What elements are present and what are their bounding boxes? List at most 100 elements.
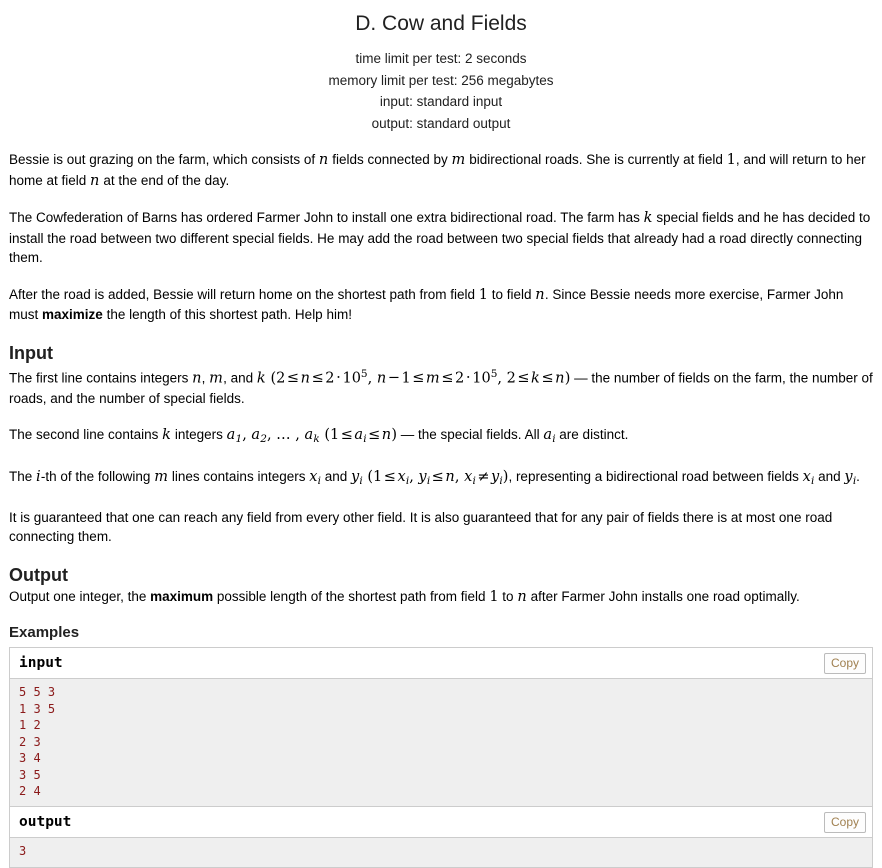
math-minus: −: [387, 370, 401, 387]
math-value: 2: [325, 370, 335, 387]
input-section: Input The first line contains integers n…: [9, 342, 873, 547]
sample-output-data[interactable]: 3: [10, 838, 872, 867]
page-title: D. Cow and Fields: [355, 12, 527, 35]
math-n: n: [192, 370, 202, 387]
text-fragment: .: [856, 468, 860, 484]
math-y: y: [844, 468, 853, 485]
math-value: 2: [455, 370, 465, 387]
math-leq: ≤: [412, 370, 425, 387]
math-n: n: [376, 370, 387, 387]
problem-statement: D. Cow and Fields time limit per test: 2…: [0, 0, 882, 868]
text-fragment: the length of this shortest path. Help h…: [102, 307, 352, 323]
text-fragment: Output one integer, the: [9, 588, 151, 604]
text-fragment: The: [9, 468, 37, 484]
math-x: x: [309, 468, 318, 485]
sample-output-box: output Copy 3: [9, 806, 873, 868]
math-value: 10: [472, 370, 491, 387]
copy-output-button[interactable]: Copy: [823, 812, 866, 834]
sample-input-data[interactable]: 5 5 3 1 3 5 1 2 2 3 3 4 3 5 2 4: [10, 679, 872, 807]
text-fragment: The first line contains integers: [9, 370, 193, 386]
math-y: y: [418, 468, 427, 485]
output-section: Output Output one integer, the maximum p…: [9, 564, 873, 608]
input-spec: input: standard input: [379, 94, 503, 110]
math-a: a: [226, 427, 236, 444]
math-k: k: [256, 370, 266, 387]
time-limit: time limit per test: 2 seconds: [355, 51, 527, 67]
math-leq: ≤: [286, 370, 300, 387]
math-value: 10: [342, 370, 361, 387]
math-one: 1: [489, 588, 499, 605]
text-fragment: The Cowfederation of Barns has ordered F…: [9, 210, 644, 226]
legend-paragraph-1: Bessie is out grazing on the farm, which…: [9, 150, 873, 191]
math-leq: ≤: [340, 427, 353, 444]
emphasis-maximum: maximum: [150, 588, 214, 604]
text-fragment: (: [265, 370, 277, 387]
text-fragment: , representing a bidirectional road betw…: [508, 468, 803, 484]
text-fragment: and: [320, 468, 351, 484]
text-fragment: The second line contains: [9, 427, 163, 443]
math-k: k: [530, 370, 540, 387]
math-value: 2: [506, 370, 516, 387]
input-heading: Input: [9, 342, 53, 363]
math-m: m: [451, 152, 466, 169]
text-fragment: are distinct.: [555, 427, 629, 443]
text-fragment: ,: [367, 370, 377, 387]
math-neq: ≠: [477, 468, 490, 485]
output-heading: Output: [9, 564, 68, 585]
examples-section: Examples input Copy 5 5 3 1 3 5 1 2 2 3 …: [9, 624, 873, 868]
math-n: n: [300, 370, 311, 387]
copy-input-button[interactable]: Copy: [823, 653, 866, 675]
math-leq: ≤: [368, 427, 381, 444]
math-leq: ≤: [441, 370, 454, 387]
math-x: x: [397, 468, 406, 485]
input-line-1: The first line contains integers n, m, a…: [9, 365, 873, 408]
text-fragment: fields connected by: [328, 152, 452, 168]
text-fragment: ,: [497, 370, 507, 387]
math-value: 1: [373, 468, 383, 485]
text-fragment: -th of the following: [40, 468, 155, 484]
sample-output-label: output: [19, 814, 72, 831]
memory-limit: memory limit per test: 256 megabytes: [328, 72, 554, 88]
math-subscript: 2: [260, 433, 267, 446]
text-fragment: at the end of the day.: [99, 172, 230, 188]
problem-header: D. Cow and Fields time limit per test: 2…: [9, 0, 873, 134]
emphasis-maximize: maximize: [42, 307, 103, 323]
math-leq: ≤: [541, 370, 554, 387]
math-a: a: [354, 427, 364, 444]
text-fragment: integers: [171, 427, 227, 443]
sample-input-header: input Copy: [10, 648, 872, 680]
math-a: a: [543, 427, 553, 444]
text-fragment: possible length of the shortest path fro…: [213, 588, 490, 604]
input-line-4: It is guaranteed that one can reach any …: [9, 509, 833, 545]
text-fragment: (: [319, 427, 331, 444]
text-fragment: to: [498, 588, 518, 604]
math-k: k: [162, 427, 172, 444]
sample-input-label: input: [19, 655, 63, 672]
text-fragment: , … ,: [266, 427, 305, 444]
sample-input-box: input Copy 5 5 3 1 3 5 1 2 2 3 3 4 3 5 2…: [9, 647, 873, 807]
math-one: 1: [726, 152, 736, 169]
math-k: k: [643, 210, 653, 227]
input-line-3: The i-th of the following m lines contai…: [9, 467, 873, 491]
math-n: n: [517, 588, 527, 605]
output-line-1: Output one integer, the maximum possible…: [9, 587, 873, 608]
text-fragment: after Farmer John installs one road opti…: [526, 588, 800, 604]
math-one: 1: [478, 286, 488, 303]
math-n: n: [535, 286, 545, 303]
math-n: n: [445, 468, 455, 485]
text-fragment: , and: [223, 370, 257, 386]
math-leq: ≤: [383, 468, 396, 485]
math-a: a: [251, 427, 261, 444]
math-n: n: [381, 427, 392, 444]
text-fragment: (: [362, 468, 374, 485]
sample-output-header: output Copy: [10, 807, 872, 839]
text-fragment: — the special fields. All: [397, 427, 544, 443]
math-leq: ≤: [517, 370, 530, 387]
text-fragment: ,: [454, 468, 465, 485]
math-leq: ≤: [311, 370, 324, 387]
math-n: n: [90, 172, 100, 189]
math-value: 1: [330, 427, 340, 444]
math-m: m: [209, 370, 224, 387]
text-fragment: and: [814, 468, 845, 484]
examples-heading: Examples: [9, 624, 80, 642]
